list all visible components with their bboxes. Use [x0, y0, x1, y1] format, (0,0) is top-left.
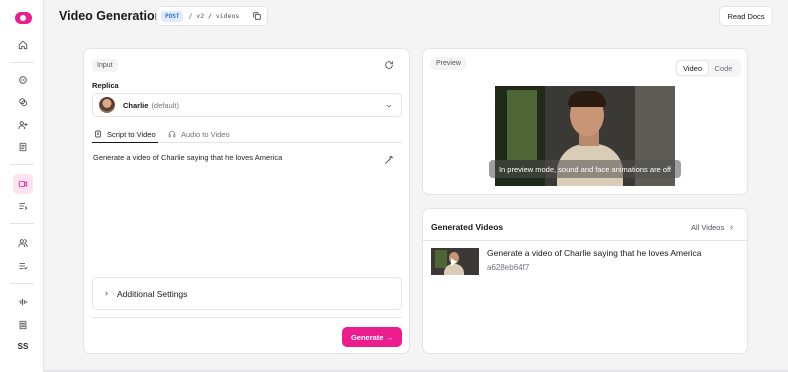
- video-thumbnail[interactable]: [431, 248, 479, 275]
- preview-mode-toggle: Video Code: [675, 59, 741, 77]
- chevron-down-icon: [385, 102, 393, 110]
- brand-logo[interactable]: [15, 12, 32, 24]
- tab-script-to-video[interactable]: Script to Video: [94, 127, 156, 141]
- chats-icon[interactable]: [13, 92, 33, 112]
- replica-select[interactable]: Charlie (default): [92, 93, 402, 117]
- list-icon[interactable]: [13, 196, 33, 216]
- http-method-badge: POST: [161, 10, 184, 22]
- read-docs-button[interactable]: Read Docs: [719, 6, 773, 26]
- play-icon: [451, 258, 457, 266]
- sidebar: SS: [0, 0, 44, 372]
- users-icon[interactable]: [13, 233, 33, 253]
- toggle-code[interactable]: Code: [708, 61, 739, 75]
- sidebar-divider: [10, 164, 34, 165]
- chevron-right-icon: [730, 225, 734, 230]
- active-tab-indicator: [92, 142, 158, 143]
- tab-audio-to-video[interactable]: Audio to Video: [168, 127, 230, 141]
- preview-chip: Preview: [431, 57, 466, 70]
- divider: [423, 240, 747, 241]
- list-check-icon[interactable]: [13, 256, 33, 276]
- sidebar-divider: [10, 223, 34, 224]
- input-mode-tabs: Script to Video Audio to Video: [92, 125, 402, 143]
- additional-settings-toggle[interactable]: Additional Settings: [92, 277, 402, 310]
- receipt-icon[interactable]: [13, 315, 33, 335]
- page-title: Video Generation: [59, 9, 163, 23]
- thumbnail-window: [435, 250, 447, 268]
- toggle-video[interactable]: Video: [677, 61, 708, 75]
- all-videos-label: All Videos: [691, 223, 725, 232]
- headphones-icon: [168, 131, 176, 138]
- replica-name: Charlie: [123, 100, 149, 110]
- video-item-id: a628eb64f7: [487, 263, 530, 272]
- replica-default-label: (default): [151, 100, 179, 110]
- presenter-hair: [568, 91, 606, 107]
- user-avatar[interactable]: SS: [13, 336, 33, 356]
- document-icon: [95, 130, 101, 138]
- generated-videos-panel: Generated Videos All Videos Generate a v…: [422, 208, 748, 354]
- copy-icon[interactable]: [252, 11, 263, 22]
- chevron-right-icon: [105, 291, 108, 296]
- preview-panel: Preview Video Code In preview mode, soun…: [422, 48, 748, 195]
- input-chip: Input: [92, 59, 118, 72]
- sidebar-divider: [10, 62, 34, 63]
- all-videos-link[interactable]: All Videos: [691, 223, 735, 232]
- generate-button[interactable]: Generate →: [342, 327, 402, 347]
- generated-videos-title: Generated Videos: [431, 222, 504, 232]
- replica-label: Replica: [92, 81, 119, 90]
- tab-label: Audio to Video: [181, 129, 230, 139]
- video-item-title[interactable]: Generate a video of Charlie saying that …: [487, 248, 702, 258]
- endpoint-pill: POST / v2 / videos: [156, 6, 268, 26]
- document-icon[interactable]: [13, 137, 33, 157]
- audio-wave-icon[interactable]: [13, 292, 33, 312]
- sidebar-divider: [10, 283, 34, 284]
- chat-icon[interactable]: [13, 70, 33, 90]
- endpoint-path: / v2 / videos: [188, 12, 240, 20]
- video-camera-icon[interactable]: [13, 174, 33, 194]
- user-plus-icon[interactable]: [13, 115, 33, 135]
- replica-avatar: [99, 97, 115, 113]
- script-textarea[interactable]: Generate a video of Charlie saying that …: [93, 153, 282, 162]
- divider: [92, 317, 402, 318]
- magic-wand-icon[interactable]: [384, 155, 396, 167]
- additional-settings-label: Additional Settings: [117, 288, 188, 299]
- tab-label: Script to Video: [107, 129, 156, 139]
- video-window: [507, 90, 537, 160]
- input-panel: Input Replica Charlie (default) Script t…: [83, 48, 410, 354]
- reset-icon[interactable]: [384, 60, 396, 72]
- preview-notice: In preview mode, sound and face animatio…: [489, 160, 681, 178]
- home-icon[interactable]: [13, 35, 33, 55]
